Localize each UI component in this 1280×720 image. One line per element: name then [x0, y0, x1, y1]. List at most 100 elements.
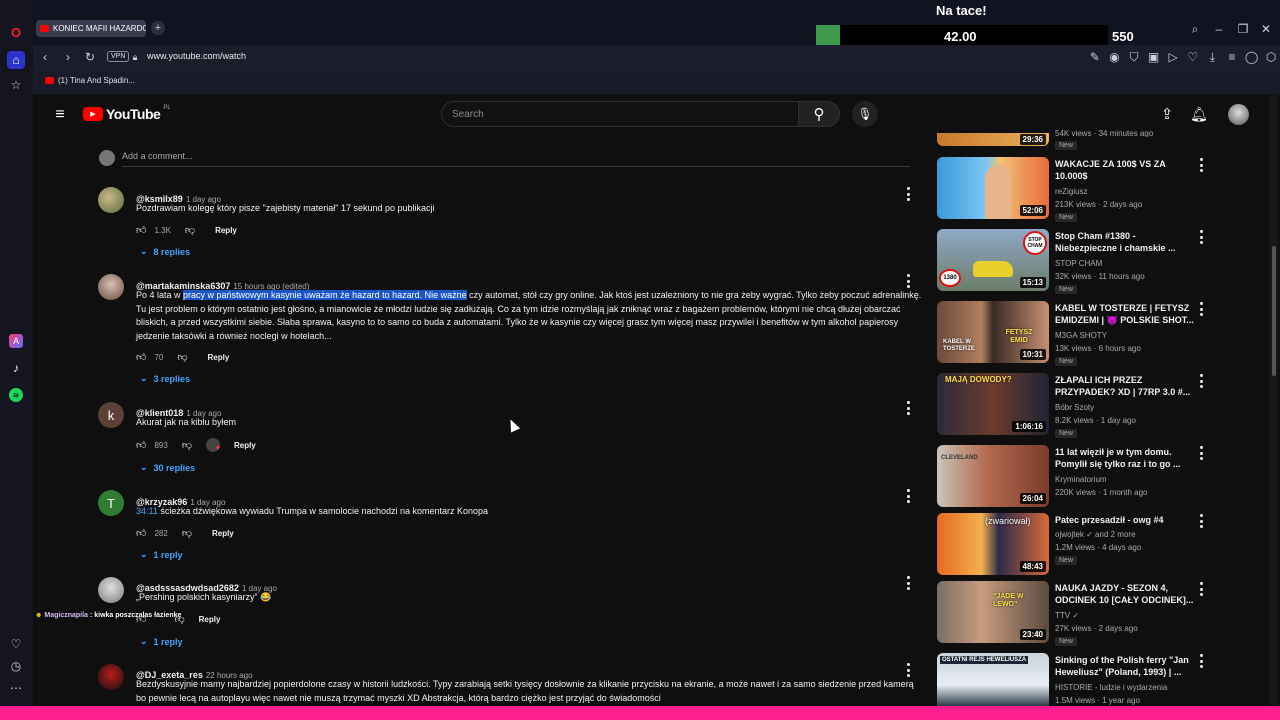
video-thumbnail[interactable]: MAJĄ DOWODY? 1:06:16	[937, 373, 1049, 435]
video-title[interactable]: NAUKA JAZDY - SEZON 4, ODCINEK 10 [CAŁY …	[1055, 582, 1195, 606]
video-title[interactable]: 11 lat więził je w tym domu. Pomylił się…	[1055, 446, 1195, 470]
shield-icon[interactable]: ⛉	[1127, 50, 1141, 64]
replies-toggle[interactable]: ⌄ 8 replies	[140, 246, 190, 257]
upload-icon[interactable]: ⇪	[1159, 106, 1175, 123]
reply-button[interactable]: Reply	[215, 226, 237, 235]
maximize-icon[interactable]: ❐	[1236, 22, 1250, 36]
video-channel[interactable]: M3GA SHOTY	[1055, 330, 1195, 342]
search-button[interactable]: ⚲	[798, 101, 840, 127]
video-menu-icon[interactable]	[1196, 302, 1206, 316]
video-title[interactable]: Patec przesadził - owg #4	[1055, 514, 1195, 526]
commenter-avatar[interactable]: T	[98, 490, 124, 516]
commenter-avatar[interactable]	[98, 274, 124, 300]
video-menu-icon[interactable]	[1196, 654, 1206, 668]
minimize-icon[interactable]: –	[1212, 22, 1226, 36]
more-icon[interactable]: ⋯	[9, 681, 23, 695]
search-input[interactable]: Search	[452, 109, 484, 120]
tiktok-icon[interactable]: ♪	[9, 361, 23, 375]
menu-icon[interactable]: ≡	[1225, 50, 1239, 64]
replies-toggle[interactable]: ⌄ 3 replies	[140, 373, 190, 384]
commenter-avatar[interactable]	[98, 664, 124, 690]
heart-icon[interactable]: ♡	[9, 637, 23, 651]
star-icon[interactable]: ☆	[9, 78, 23, 92]
replies-toggle[interactable]: ⌄ 30 replies	[140, 462, 195, 473]
replies-toggle[interactable]: ⌄ 1 reply	[140, 636, 183, 647]
timestamp-link[interactable]: 34:11	[136, 506, 158, 516]
video-channel[interactable]: HISTORIE - ludzie i wydarzenia	[1055, 682, 1195, 694]
profile-icon[interactable]: ◯	[1245, 50, 1259, 64]
reload-icon[interactable]: ↻	[83, 50, 97, 64]
video-title[interactable]: KABEL W TOSTERZE | FETYSZ EMIDZEMI | 😈 P…	[1055, 302, 1195, 326]
page-scrollbar[interactable]	[1270, 94, 1278, 706]
comment-menu-icon[interactable]	[903, 187, 913, 201]
video-channel[interactable]: Bóbr Szoty	[1055, 402, 1195, 414]
add-comment-input[interactable]: Add a comment...	[122, 151, 193, 161]
aria-icon[interactable]: A	[9, 334, 23, 348]
video-channel[interactable]: reZigiusz	[1055, 186, 1195, 198]
like-icon[interactable]: 👍︎	[136, 224, 146, 236]
video-menu-icon[interactable]	[1196, 582, 1206, 596]
video-thumbnail[interactable]: 52:06	[937, 157, 1049, 219]
hamburger-menu-icon[interactable]: ≡	[52, 106, 68, 123]
extensions-icon[interactable]: ⬡	[1264, 50, 1278, 64]
video-channel[interactable]: ojwojtek ✓ and 2 more	[1055, 529, 1195, 541]
video-title[interactable]: ZŁAPALI ICH PRZEZ PRZYPADEK? XD | 77RP 3…	[1055, 374, 1195, 398]
notifications-icon[interactable]: 🔔︎	[1190, 106, 1208, 122]
history-icon[interactable]: ◷	[9, 659, 23, 673]
video-title[interactable]: WAKACJE ZA 100$ VS ZA 10.000$	[1055, 158, 1195, 182]
replies-toggle[interactable]: ⌄ 1 reply	[140, 549, 183, 560]
reply-button[interactable]: Reply	[234, 441, 256, 450]
dislike-icon[interactable]: 👎︎	[182, 439, 192, 451]
account-avatar[interactable]	[1228, 104, 1249, 125]
comment-menu-icon[interactable]	[903, 274, 913, 288]
search-tabs-icon[interactable]: ⌕	[1188, 22, 1202, 36]
video-channel[interactable]: STOP CHAM	[1055, 258, 1195, 270]
commenter-avatar[interactable]: k	[98, 402, 124, 428]
tab-youtube[interactable]: KONIEC MAFII HAZARDO	[36, 20, 146, 37]
video-channel[interactable]: Kryminatorium	[1055, 474, 1195, 486]
video-thumbnail[interactable]: KABEL W TOSTERZE FETYSZ EMID 10:31	[937, 301, 1049, 363]
edit-icon[interactable]: ✎	[1088, 50, 1102, 64]
wallet-icon[interactable]: ▣	[1147, 50, 1161, 64]
video-menu-icon[interactable]	[1196, 158, 1206, 172]
commenter-avatar[interactable]	[98, 187, 124, 213]
comment-menu-icon[interactable]	[903, 663, 913, 677]
comment-menu-icon[interactable]	[903, 576, 913, 590]
like-icon[interactable]: 👍︎	[136, 439, 146, 451]
camera-icon[interactable]: ◉	[1108, 50, 1122, 64]
home-icon[interactable]: ⌂	[7, 51, 25, 69]
vpn-badge[interactable]: VPN	[107, 51, 130, 62]
video-channel[interactable]: TTV ✓	[1055, 610, 1195, 622]
close-window-icon[interactable]: ✕	[1259, 22, 1273, 36]
reply-button[interactable]: Reply	[212, 529, 234, 538]
new-tab-button[interactable]: +	[151, 21, 165, 35]
video-title[interactable]: Stop Cham #1380 - Niebezpieczne i chamsk…	[1055, 230, 1195, 254]
video-thumbnail[interactable]: 1380 STOP CHAM 15:13	[937, 229, 1049, 291]
video-thumbnail[interactable]: CLEVELAND 26:04	[937, 445, 1049, 507]
search-box[interactable]: Search	[441, 101, 798, 127]
like-icon[interactable]: 👍︎	[136, 351, 146, 363]
video-menu-icon[interactable]	[1196, 446, 1206, 460]
youtube-logo[interactable]: ▶ YouTube PL	[83, 105, 171, 122]
reply-button[interactable]: Reply	[199, 615, 221, 624]
scrollbar-thumb[interactable]	[1272, 246, 1276, 376]
opera-logo-icon[interactable]: O	[9, 25, 23, 40]
forward-icon[interactable]: ›	[61, 50, 75, 64]
dislike-icon[interactable]: 👎︎	[177, 351, 187, 363]
back-icon[interactable]: ‹	[38, 50, 52, 64]
dislike-icon[interactable]: 👎︎	[185, 224, 195, 236]
download-icon[interactable]: ⤓	[1206, 50, 1220, 64]
video-thumbnail[interactable]: 29:36	[937, 133, 1049, 146]
heart-bookmark-icon[interactable]: ♡	[1186, 50, 1200, 64]
spotify-icon[interactable]: ≋	[9, 388, 23, 402]
like-icon[interactable]: 👍︎	[136, 527, 146, 539]
video-menu-icon[interactable]	[1196, 230, 1206, 244]
video-menu-icon[interactable]	[1196, 374, 1206, 388]
video-title[interactable]: Sinking of the Polish ferry "Jan Heweliu…	[1055, 654, 1195, 678]
play-icon[interactable]: ▷	[1166, 50, 1180, 64]
bookmark-item[interactable]: (1) Tina And Spadin...	[45, 76, 135, 85]
video-menu-icon[interactable]	[1196, 514, 1206, 528]
video-thumbnail[interactable]: (zwariował) 48:43	[937, 513, 1049, 575]
microphone-icon[interactable]: 🎙︎	[852, 101, 878, 127]
url-field[interactable]: www.youtube.com/watch	[147, 51, 246, 61]
